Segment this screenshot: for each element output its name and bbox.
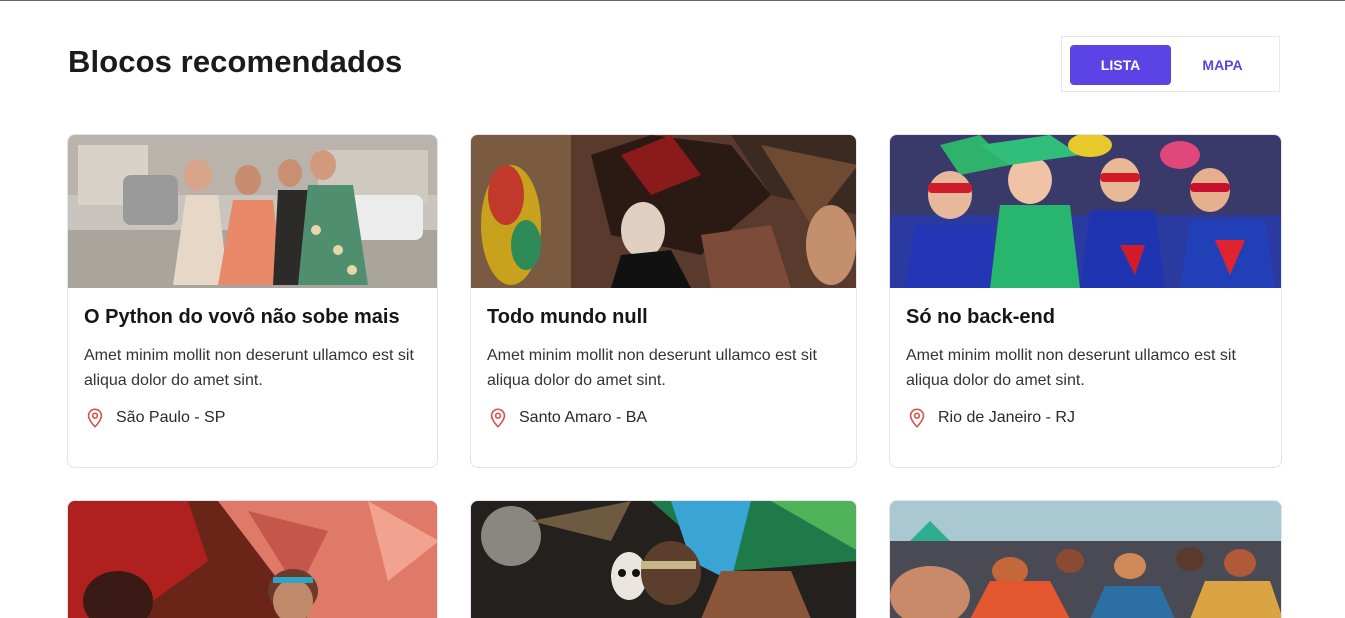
card-location-text: Rio de Janeiro - RJ xyxy=(938,409,1075,426)
top-divider xyxy=(0,0,1345,1)
bloco-card[interactable] xyxy=(67,500,438,618)
card-location: Santo Amaro - BA xyxy=(487,407,840,429)
card-description: Amet minim mollit non deserunt ullamco e… xyxy=(487,347,817,389)
map-view-button[interactable]: MAPA xyxy=(1172,45,1273,85)
bloco-card[interactable]: Todo mundo null Amet minim mollit non de… xyxy=(470,134,857,468)
view-toggle: LISTA MAPA xyxy=(1061,36,1280,92)
card-location: Rio de Janeiro - RJ xyxy=(906,407,1265,429)
list-view-button[interactable]: LISTA xyxy=(1070,45,1171,85)
map-pin-icon xyxy=(490,408,506,428)
card-location-text: São Paulo - SP xyxy=(116,409,226,426)
card-image xyxy=(68,501,437,618)
map-pin-icon xyxy=(87,408,103,428)
map-pin-icon xyxy=(909,408,925,428)
card-description: Amet minim mollit non deserunt ullamco e… xyxy=(84,347,414,389)
card-title: O Python do vovô não sobe mais xyxy=(84,306,400,328)
bloco-card[interactable]: Só no back-end Amet minim mollit non des… xyxy=(889,134,1282,468)
card-description: Amet minim mollit non deserunt ullamco e… xyxy=(906,347,1236,389)
card-title: Só no back-end xyxy=(906,306,1055,328)
card-image xyxy=(68,135,437,288)
bloco-card[interactable]: O Python do vovô não sobe mais Amet mini… xyxy=(67,134,438,468)
card-location: São Paulo - SP xyxy=(84,407,421,429)
card-location-text: Santo Amaro - BA xyxy=(519,409,648,426)
card-image xyxy=(471,501,856,618)
page-title: Blocos recomendados xyxy=(68,44,403,79)
bloco-card[interactable] xyxy=(889,500,1282,618)
bloco-card[interactable] xyxy=(470,500,857,618)
card-image xyxy=(890,501,1281,618)
card-title: Todo mundo null xyxy=(487,306,648,328)
card-image xyxy=(890,135,1281,288)
card-image xyxy=(471,135,856,288)
